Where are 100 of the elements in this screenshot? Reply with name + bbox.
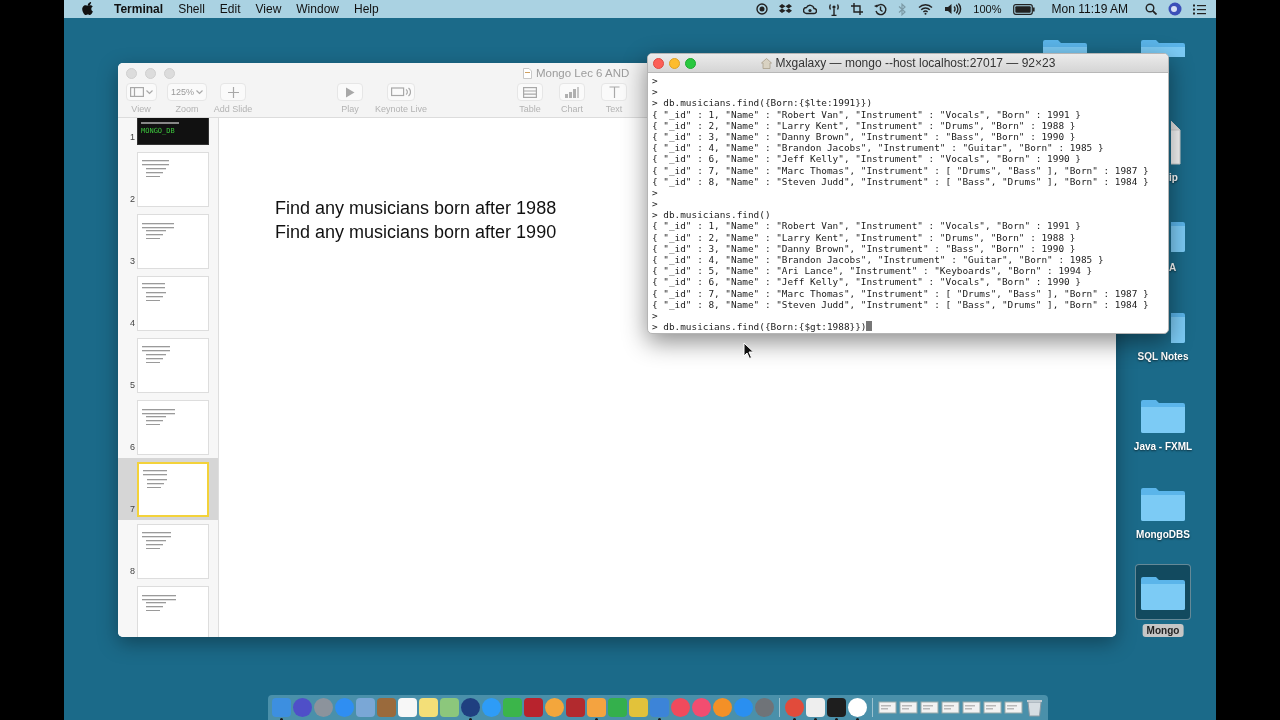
menu-item[interactable]: View [255, 2, 282, 16]
desktop-icon-label[interactable]: Java - FXML [1129, 440, 1197, 453]
slide-item[interactable]: 6 [118, 396, 218, 458]
text-lines-drawing [142, 345, 170, 363]
terminal-line: { "_id" : 3, "Name" : "Danny Brown", "Instrument" : "Bass", "Born" : 1990 } [652, 242, 1076, 254]
zoom-button[interactable] [685, 57, 696, 69]
sidebar-layout-icon [129, 87, 144, 97]
window-thumbnail-icon[interactable] [962, 698, 981, 717]
desktop-icon-label[interactable]: SQL Notes [1133, 350, 1193, 363]
toolbar-button[interactable] [337, 83, 363, 101]
window-thumbnail-icon[interactable] [878, 698, 897, 717]
slide-item[interactable]: 7 [118, 458, 218, 520]
slide-item[interactable]: 2 [118, 148, 218, 210]
app-icon[interactable] [629, 698, 648, 717]
app-icon[interactable] [419, 698, 438, 717]
slide-item[interactable]: 4 [118, 272, 218, 334]
desktop-icon-label[interactable]: Mongo [1142, 624, 1184, 637]
minimize-button[interactable] [145, 67, 156, 79]
text-lines-drawing [142, 222, 174, 239]
terminal-line: { "_id" : 5, "Name" : "Ari Lance", "Instrument" : "Keyboards", "Born" : 1994 } [652, 265, 1093, 277]
text-lines-drawing [142, 594, 176, 611]
app-icon[interactable] [398, 698, 417, 717]
toolbar-button[interactable] [220, 83, 246, 101]
app-icon[interactable] [293, 698, 312, 717]
wifi-icon[interactable] [918, 3, 934, 15]
window-title: Mongo Lec 6 AND [536, 67, 630, 79]
zoom-button[interactable] [164, 67, 175, 79]
terminal-line: { "_id" : 4, "Name" : "Brandon Jacobs", "Instrument" : "Guitar", "Born" : 1985 } [652, 254, 1104, 265]
battery-icon[interactable] [1012, 3, 1035, 15]
bluetooth-icon[interactable] [898, 2, 908, 16]
trash-icon[interactable] [1025, 698, 1044, 717]
pointer-icon [743, 342, 754, 359]
terminal-line: { "_id" : 8, "Name" : "Steven Judd", "Instrument" : [ "Bass", "Drums" ], "Born" : 1984 } [652, 175, 1149, 187]
list-icon[interactable] [1193, 3, 1206, 15]
crop-icon[interactable] [851, 3, 864, 15]
menu-item[interactable]: Shell [178, 2, 205, 16]
toolbar-label: Chart [561, 104, 583, 114]
orb-icon[interactable] [1168, 2, 1182, 16]
terminal-line: { "_id" : 2, "Name" : "Larry Kent", "Instrument" : "Drums", "Born" : 1988 } [652, 231, 1076, 243]
history-icon[interactable] [874, 2, 888, 16]
document-icon [523, 67, 532, 79]
desktop-icon-label[interactable]: MongoDBS [1132, 528, 1194, 541]
app-icon[interactable] [461, 698, 480, 717]
desktop-icon-label[interactable]: ip [1169, 171, 1178, 184]
app-icon[interactable] [587, 698, 606, 717]
slide-text: Find any musicians born after 1988 [275, 197, 557, 220]
app-icon[interactable] [848, 698, 867, 717]
app-icon[interactable] [806, 698, 825, 717]
document-icon[interactable] [1171, 119, 1182, 165]
toolbar-label: Keynote Live [374, 104, 427, 114]
terminal-line: > [652, 198, 658, 210]
window-thumbnail-icon[interactable] [983, 698, 1002, 717]
app-icon[interactable] [545, 698, 564, 717]
close-button[interactable] [653, 57, 664, 69]
terminal-line: { "_id" : 7, "Name" : "Marc Thomas", "Instrument" : [ "Drums", "Bass" ], "Born" : 1987 } [652, 287, 1149, 299]
antenna-icon[interactable] [828, 2, 841, 16]
slide-number: 3 [129, 256, 135, 266]
terminal-line: > [652, 186, 658, 198]
speaker-icon[interactable] [944, 3, 963, 15]
toolbar-label: Add Slide [213, 104, 253, 114]
terminal-line: { "_id" : 2, "Name" : "Larry Kent", "Instrument" : "Drums", "Born" : 1988 } [652, 119, 1076, 131]
thumbnail-text-line [141, 121, 179, 124]
bar-chart-icon [565, 86, 579, 98]
minimize-button[interactable] [669, 57, 680, 69]
window-thumbnail-icon[interactable] [1004, 698, 1023, 717]
slide-item[interactable]: 3 [118, 210, 218, 272]
selected-desktop-icon[interactable] [1135, 564, 1191, 620]
terminal-line: > [652, 86, 658, 98]
menu-clock[interactable]: Mon 11:19 AM [1051, 2, 1128, 16]
terminal-line: > db.musicians.find({Born:{$lte:1991}}) [652, 97, 873, 109]
app-icon[interactable] [713, 698, 732, 717]
slide-item[interactable]: 8 [118, 520, 218, 582]
toolbar-button[interactable] [601, 83, 627, 101]
slide-item[interactable]: 5 [118, 334, 218, 396]
window-thumbnail-icon[interactable] [899, 698, 918, 717]
menu-item[interactable]: Window [296, 2, 339, 16]
menu-item[interactable]: Edit [219, 2, 241, 16]
apple-icon[interactable] [82, 2, 94, 16]
toolbar-button[interactable] [559, 83, 585, 101]
record-icon[interactable] [756, 3, 769, 15]
house-icon [760, 57, 772, 69]
battery-percentage: 100% [973, 3, 1002, 15]
toolbar-button[interactable] [387, 83, 415, 101]
app-menu[interactable]: Terminal [114, 2, 164, 16]
terminal-line: { "_id" : 8, "Name" : "Steven Judd", "Instrument" : [ "Bass", "Drums" ], "Born" : 1984 } [652, 298, 1149, 310]
caret-icon [145, 89, 153, 95]
desktop-icon-label[interactable]: A [1169, 261, 1177, 274]
window-thumbnail-icon[interactable] [941, 698, 960, 717]
toolbar-button[interactable] [517, 83, 543, 101]
slide-number: 5 [129, 380, 135, 390]
search-icon[interactable] [1145, 3, 1157, 15]
app-icon[interactable] [440, 698, 459, 717]
slide-number: 1 [129, 132, 135, 142]
screen-broadcast-icon [391, 87, 411, 97]
window-thumbnail-icon[interactable] [920, 698, 939, 717]
menu-item[interactable]: Help [354, 2, 379, 16]
cloud-icon[interactable] [803, 3, 818, 15]
box-icon[interactable] [779, 3, 793, 15]
app-icon[interactable] [827, 698, 846, 717]
toolbar-button[interactable] [125, 83, 157, 101]
